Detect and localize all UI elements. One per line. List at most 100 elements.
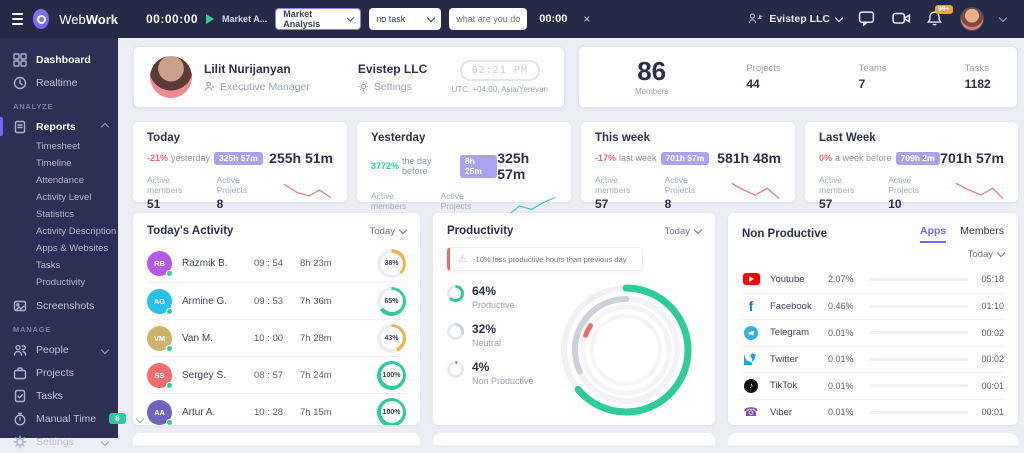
profile-avatar[interactable] bbox=[150, 56, 192, 98]
activity-row[interactable]: VM Van M. 10 : 00 7h 28m 43% bbox=[147, 319, 406, 356]
app-row[interactable]: Twitter 0.01% 00:02 bbox=[742, 345, 1004, 373]
chevron-down-icon bbox=[346, 13, 355, 22]
topbar-brand-area: WebWork bbox=[0, 9, 118, 29]
chevron-down-icon bbox=[426, 13, 436, 22]
sidebar-section-analyze: ANALYZE bbox=[13, 102, 54, 111]
summary-card-yesterday: Yesterday 3772% the day before 8h 25m 32… bbox=[357, 122, 571, 227]
activity-row[interactable]: RB Razmik B. 09 : 54 8h 23m 38% bbox=[147, 245, 406, 282]
activity-percent-ring: 38% bbox=[377, 249, 406, 278]
tracked-total: 701h 57m bbox=[940, 150, 1004, 166]
sidebar-item-tasks-report[interactable]: Tasks bbox=[0, 257, 118, 274]
delta-value: -17% bbox=[595, 153, 617, 163]
company-settings-link[interactable]: Settings bbox=[374, 81, 412, 93]
session-timer: 00:00 bbox=[539, 13, 568, 25]
task-select[interactable]: no task bbox=[369, 8, 442, 30]
chevron-up-icon bbox=[100, 121, 110, 133]
chevron-down-icon bbox=[693, 225, 703, 234]
activity-row[interactable]: AA Artur A. 10 : 28 7h 15m 100% bbox=[147, 393, 406, 425]
sidebar-item-reports[interactable]: Reports bbox=[0, 115, 118, 138]
legend-ring bbox=[447, 361, 464, 378]
compare-badge: 325h 57m bbox=[214, 151, 263, 165]
members-count: 86 bbox=[637, 56, 667, 86]
productivity-alert: ⚠ -10% less productive hours than previo… bbox=[447, 247, 643, 271]
sidebar-item-timeline[interactable]: Timeline bbox=[0, 155, 118, 172]
person-icon bbox=[204, 81, 215, 91]
dashboard-icon bbox=[13, 52, 27, 67]
sidebar-item-apps-websites[interactable]: Apps & Websites bbox=[0, 240, 118, 257]
chevron-down-icon bbox=[398, 225, 408, 234]
next-card-peek bbox=[433, 433, 715, 445]
manual-time-badge: 8 bbox=[109, 413, 126, 424]
summary-card-today: Today -21% yesterday 325h 57m 255h 51m A… bbox=[133, 122, 347, 211]
sidebar-item-productivity[interactable]: Productivity bbox=[0, 274, 118, 291]
tab-apps[interactable]: Apps bbox=[919, 225, 947, 243]
tasks-count: 1182 bbox=[964, 77, 991, 91]
close-icon[interactable]: × bbox=[583, 12, 590, 26]
tracker-widget: 00:00:00 Market A... Market Analysis no … bbox=[146, 8, 590, 30]
usage-bar bbox=[870, 384, 968, 388]
app-row[interactable]: Youtube 2.07% 05:18 bbox=[742, 266, 1004, 293]
chevron-down-icon[interactable] bbox=[998, 13, 1008, 22]
topbar-right: Evistep LLC 99+ bbox=[748, 5, 1024, 31]
profile-role: Executive Manager bbox=[220, 80, 310, 93]
non-productive-filter-dropdown[interactable]: Today bbox=[968, 248, 1006, 260]
workspace-switcher[interactable]: Evistep LLC bbox=[748, 12, 844, 26]
sparkline-chart bbox=[283, 183, 332, 199]
sidebar-item-activity-description[interactable]: Activity Description bbox=[0, 223, 118, 240]
sidebar-item-settings[interactable]: Settings bbox=[0, 430, 118, 453]
teams-count: 7 bbox=[858, 77, 866, 91]
sidebar-item-attendance[interactable]: Attendance bbox=[0, 172, 118, 189]
clock-icon bbox=[13, 76, 27, 90]
chat-icon[interactable] bbox=[858, 10, 876, 28]
profile-name: Lilit Nurijanyan bbox=[204, 61, 291, 76]
tab-members[interactable]: Members bbox=[960, 225, 1004, 243]
chevron-down-icon bbox=[100, 344, 110, 356]
sidebar-item-people[interactable]: People bbox=[0, 338, 118, 361]
sidebar-item-timesheet[interactable]: Timesheet bbox=[0, 138, 118, 155]
productivity-card-title: Productivity bbox=[447, 225, 514, 237]
briefcase-icon bbox=[13, 366, 27, 380]
non-productive-card: Non Productive Apps Members Today Youtub… bbox=[728, 213, 1018, 425]
tasks-icon bbox=[13, 389, 27, 403]
delta-value: -21% bbox=[147, 153, 169, 163]
compare-badge: 709h 2m bbox=[895, 151, 940, 165]
sidebar-item-screenshots[interactable]: Screenshots bbox=[0, 294, 118, 317]
activity-row[interactable]: AG Armine G. 09 : 53 7h 36m 65% bbox=[147, 282, 406, 319]
gear-icon bbox=[358, 81, 369, 92]
activity-row[interactable]: SS Sergey S. 08 : 57 7h 24m 100% bbox=[147, 356, 406, 393]
sidebar-item-projects[interactable]: Projects bbox=[0, 361, 118, 384]
notifications-bell-icon[interactable]: 99+ bbox=[926, 5, 953, 28]
youtube-icon bbox=[742, 273, 760, 286]
usage-bar bbox=[870, 277, 968, 281]
stopwatch-icon bbox=[13, 412, 27, 426]
tracked-project-hint: Market A... bbox=[222, 14, 268, 24]
app-row[interactable]: ♪ TikTok 0.01% 00:01 bbox=[742, 372, 1004, 399]
productivity-filter-dropdown[interactable]: Today bbox=[665, 225, 703, 237]
app-row[interactable]: Telegram 0.01% 00:02 bbox=[742, 319, 1004, 346]
play-button[interactable] bbox=[206, 14, 215, 24]
app-row[interactable]: ☎ Viber 0.01% 00:01 bbox=[742, 398, 1004, 426]
activity-description-input[interactable] bbox=[449, 8, 528, 30]
sidebar-item-statistics[interactable]: Statistics bbox=[0, 206, 118, 223]
hamburger-menu-icon[interactable] bbox=[12, 13, 24, 25]
sidebar: Dashboard Realtime ANALYZE Reports Times… bbox=[0, 38, 144, 448]
sidebar-item-activity-level[interactable]: Activity Level bbox=[0, 189, 118, 206]
online-status-dot bbox=[166, 270, 173, 277]
next-card-peek bbox=[728, 433, 1018, 445]
sidebar-item-realtime[interactable]: Realtime bbox=[0, 71, 118, 94]
project-select[interactable]: Market Analysis bbox=[275, 8, 362, 30]
sidebar-item-manual-time[interactable]: Manual Time 8 bbox=[0, 407, 144, 430]
sidebar-item-dashboard[interactable]: Dashboard bbox=[0, 48, 118, 71]
user-avatar[interactable] bbox=[960, 7, 984, 31]
compare-badge: 701h 57m bbox=[660, 151, 710, 165]
activity-filter-dropdown[interactable]: Today bbox=[370, 225, 408, 237]
sidebar-item-tasks[interactable]: Tasks bbox=[0, 384, 118, 407]
notification-count-badge: 99+ bbox=[935, 5, 953, 14]
webwork-logo-icon[interactable] bbox=[33, 9, 50, 29]
video-call-icon[interactable] bbox=[892, 10, 911, 28]
chevron-down-icon bbox=[996, 248, 1006, 258]
projects-label: Projects bbox=[746, 63, 781, 74]
summary-card-last-week: Last Week 0% a week before 709h 2m 701h … bbox=[805, 122, 1018, 211]
app-row[interactable]: f Facebook 0.46% 01:10 bbox=[742, 292, 1004, 320]
activity-card-title: Today's Activity bbox=[147, 225, 234, 237]
